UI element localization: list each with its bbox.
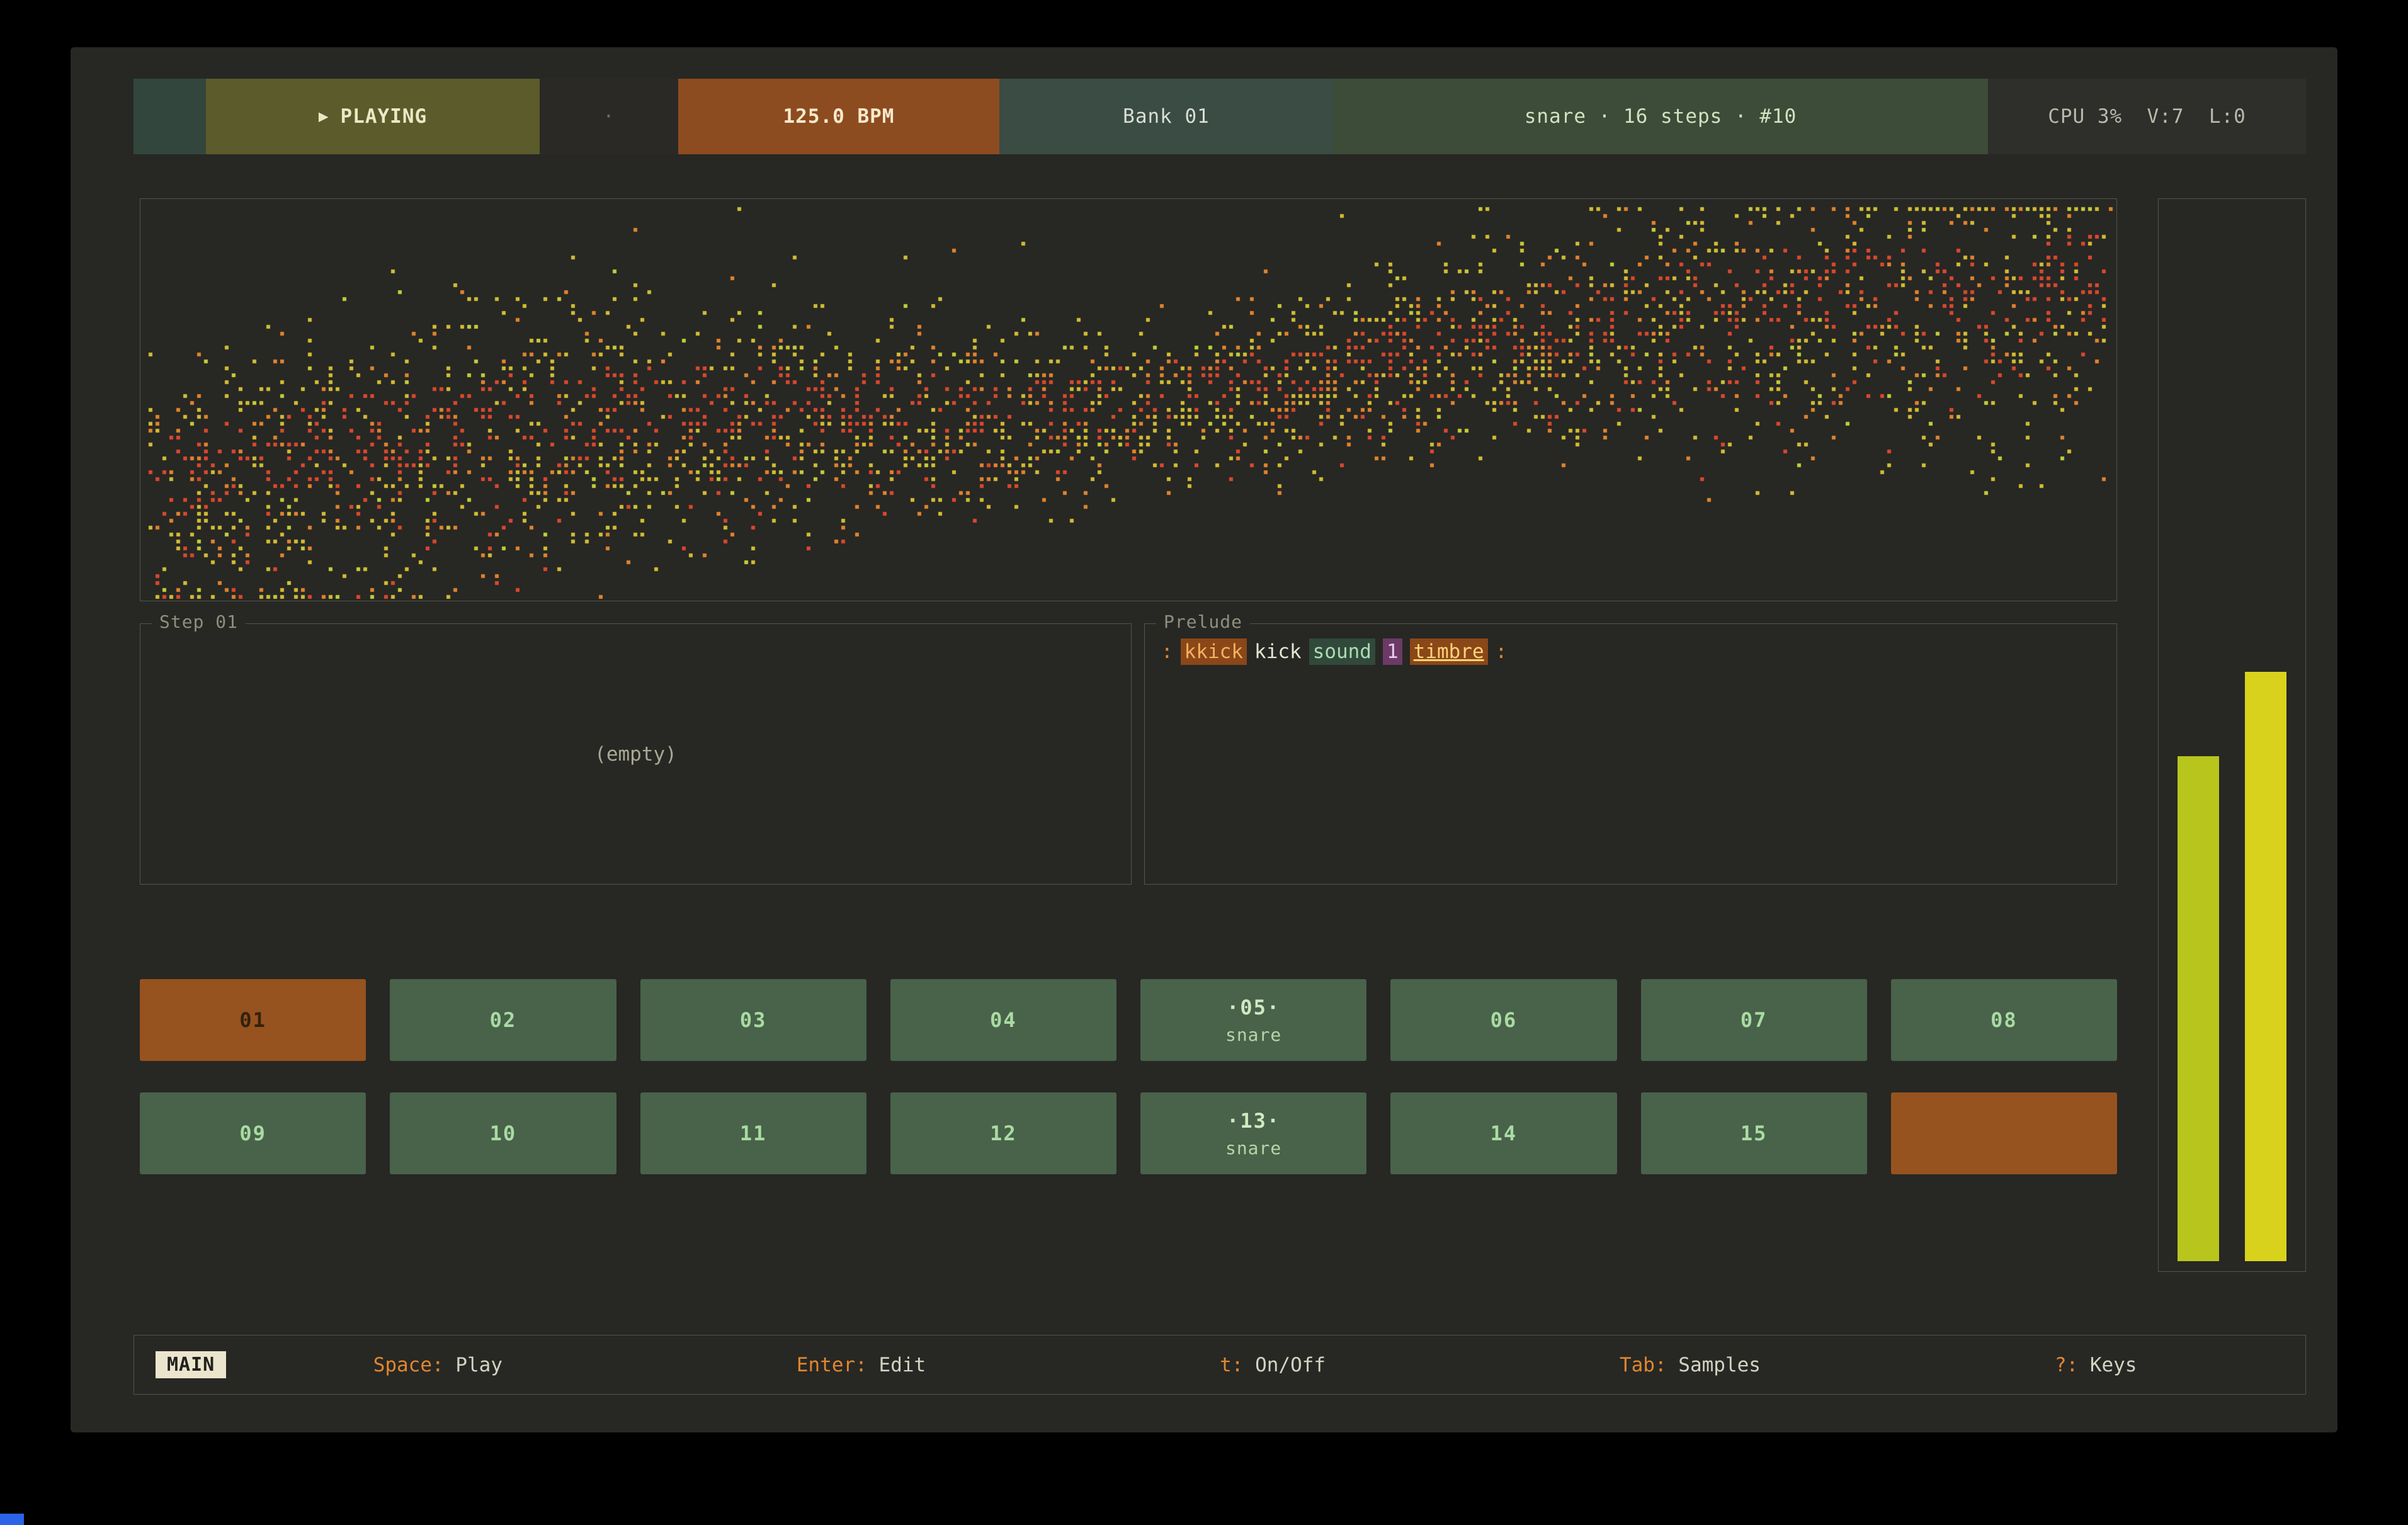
step-pad-10[interactable]: 10 [390,1092,616,1174]
pattern-visualizer-canvas [142,200,2116,601]
step-pad-13[interactable]: ·13· snare [1140,1092,1366,1174]
pad-label: 03 [740,1008,767,1032]
code-token: sound [1309,638,1375,665]
code-token: kkick [1181,638,1247,665]
top-status-bar: ▶ PLAYING · 125.0 BPM Bank 01 snare · 16… [133,79,2306,154]
step-pad-15[interactable]: 15 [1641,1092,1867,1174]
pattern-visualizer-panel [140,198,2117,601]
pad-label: 12 [990,1121,1017,1145]
step-pad-16[interactable] [1891,1092,2117,1174]
pad-label: 01 [239,1008,266,1032]
play-icon: ▶ [319,107,329,126]
code-token: : [1161,638,1173,665]
hint-bar: MAIN Space: Play Enter: Edit t: On/Off Tab:… [133,1335,2306,1395]
pattern-info-display: snare · 16 steps · #10 [1333,79,1988,154]
hint-item: t: On/Off [1220,1354,1326,1376]
prelude-code-line[interactable]: : kkick kick sound 1 timbre: [1161,640,1514,663]
prelude-panel-title: Prelude [1156,611,1250,632]
meter-bar-left [2178,756,2219,1261]
hint-items: Space: Play Enter: Edit t: On/Off Tab: Samp… [226,1354,2284,1376]
screen-corner-artifact [0,1514,24,1525]
step-panel-title: Step 01 [152,611,246,632]
step-pad-14[interactable]: 14 [1390,1092,1616,1174]
code-token: timbre [1410,638,1488,665]
bank-display: Bank 01 [999,79,1333,154]
pad-label: 04 [990,1008,1017,1032]
meter-bar-right [2245,672,2286,1261]
pad-sample-label: snare [1225,1138,1281,1159]
hint-item: Enter: Edit [797,1354,926,1376]
step-pad-03[interactable]: 03 [640,979,866,1061]
mode-badge: MAIN [156,1351,226,1378]
step-empty-text: (empty) [594,743,677,766]
pad-sample-label: snare [1225,1024,1281,1045]
step-pad-01[interactable]: 01 [140,979,366,1061]
hint-item: ?: Keys [2055,1354,2137,1376]
step-pad-04[interactable]: 04 [890,979,1116,1061]
transport-label: PLAYING [341,105,428,128]
level-meter-panel [2158,198,2306,1272]
status-segment-blank [133,79,206,154]
step-pad-07[interactable]: 07 [1641,979,1867,1061]
app-window: ▶ PLAYING · 125.0 BPM Bank 01 snare · 16… [71,47,2337,1432]
step-pad-05[interactable]: ·05· snare [1140,979,1366,1061]
step-pad-12[interactable]: 12 [890,1092,1116,1174]
code-token: kick [1254,638,1302,665]
hint-item: Space: Play [373,1354,503,1376]
level-meter-bars [2178,209,2286,1261]
bpm-display: 125.0 BPM [678,79,999,154]
step-pad-08[interactable]: 08 [1891,979,2117,1061]
transport-status: ▶ PLAYING [206,79,540,154]
step-pad-11[interactable]: 11 [640,1092,866,1174]
prelude-panel: Prelude :kkickkicksound1timbre: [1144,623,2117,885]
pad-label: 09 [239,1121,266,1145]
pad-label: 08 [1991,1008,2018,1032]
pad-label: 15 [1741,1121,1768,1145]
pad-label: 11 [740,1121,767,1145]
status-separator: · [540,79,678,154]
step-pad-02[interactable]: 02 [390,979,616,1061]
pad-label: 06 [1491,1008,1518,1032]
pad-label: ·05· [1227,995,1280,1019]
screen: ▶ PLAYING · 125.0 BPM Bank 01 snare · 16… [0,0,2408,1525]
hint-item: Tab: Samples [1620,1354,1761,1376]
step-pad-09[interactable]: 09 [140,1092,366,1174]
pad-label: 07 [1741,1008,1768,1032]
pad-label: 02 [490,1008,517,1032]
step-pad-06[interactable]: 06 [1390,979,1616,1061]
pad-label: ·13· [1227,1109,1280,1133]
step-detail-panel: Step 01 (empty) [140,623,1132,885]
system-stats-display: CPU 3% V:7 L:0 [1988,79,2306,154]
code-token: : [1496,638,1508,665]
step-pad-grid: 01 02 03 04 ·05· snare 06 07 08 09 10 11 12 ·13· snare… [140,979,2117,1174]
pad-label: 14 [1491,1121,1518,1145]
code-token: 1 [1383,638,1402,665]
pad-label: 10 [490,1121,517,1145]
